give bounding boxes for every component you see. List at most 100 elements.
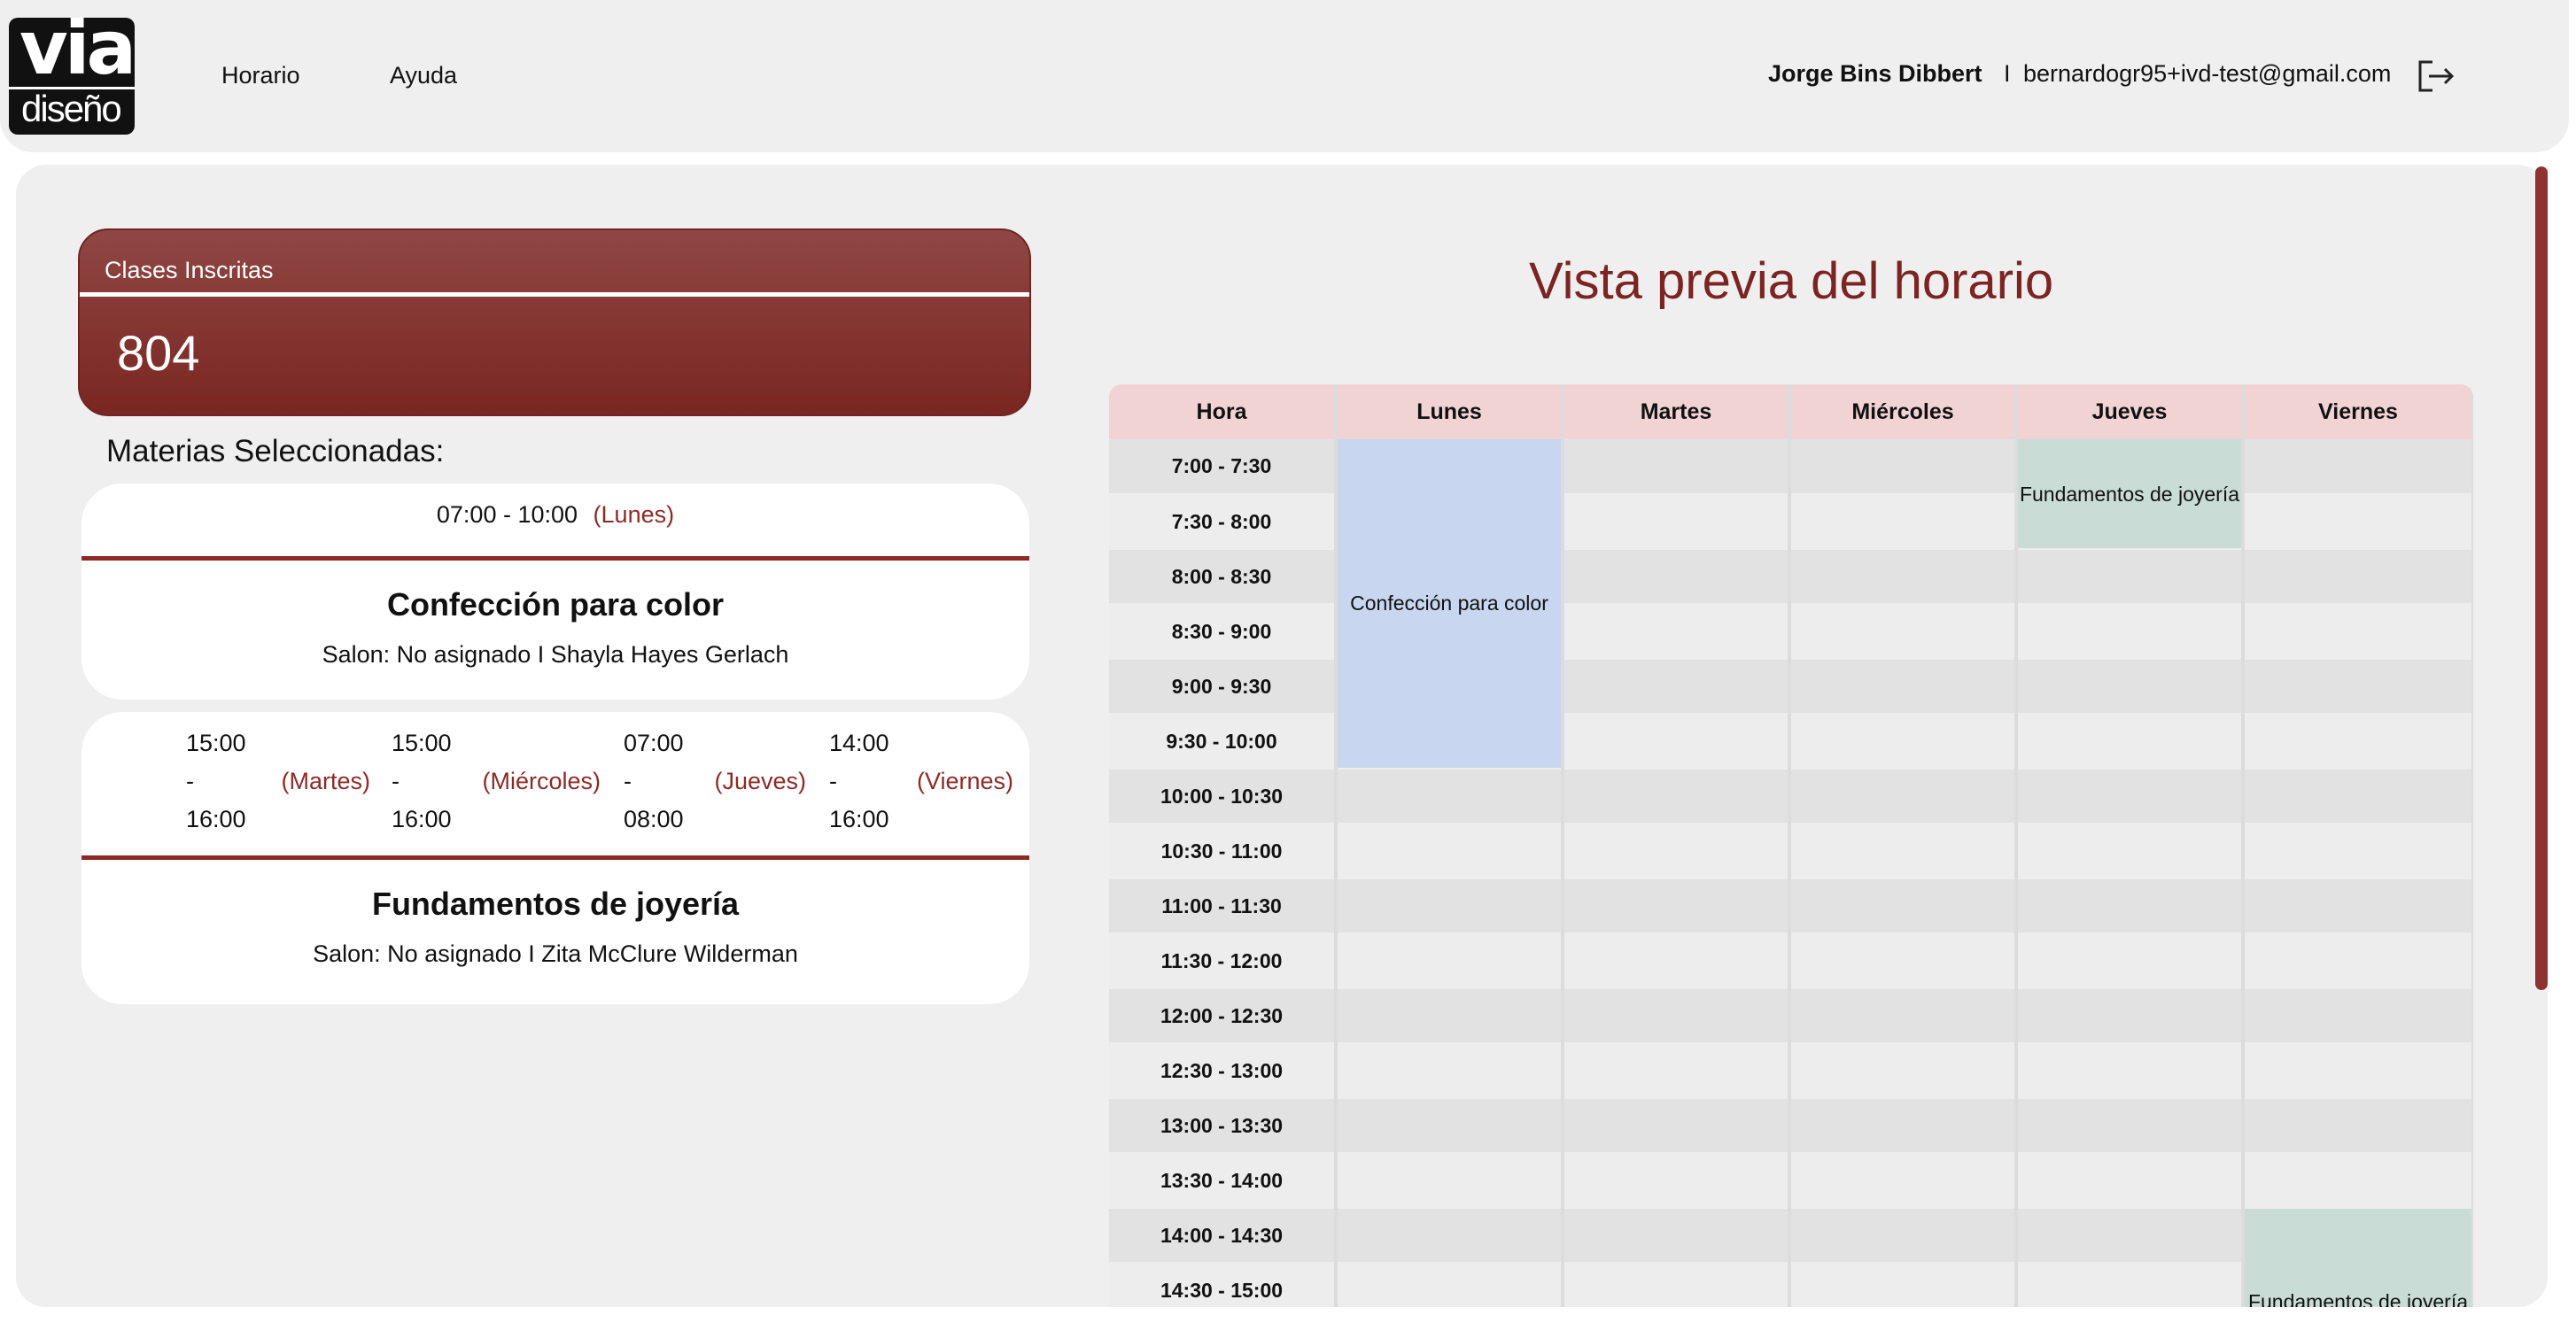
schedule-cell[interactable] [2243,878,2473,934]
schedule-row: 10:00 - 10:30 [1109,769,2473,824]
schedule-cell[interactable] [1789,714,2018,770]
schedule-cell[interactable] [2016,933,2245,989]
schedule-cell[interactable] [2243,714,2473,770]
schedule-cell[interactable] [1336,1208,1564,1264]
schedule-cell[interactable] [1336,1043,1564,1099]
schedule-table-wrapper[interactable]: Hora Lunes Martes Miércoles Jueves Viern… [1109,384,2473,1307]
schedule-cell[interactable] [1336,878,1564,934]
schedule-cell[interactable] [1336,1263,1564,1307]
user-email: bernardogr95+ivd-test@gmail.com [2023,60,2392,87]
top-header: via diseño Horario Ayuda Jorge Bins Dibb… [0,0,2569,152]
schedule-event[interactable]: Fundamentos de joyería [2243,1208,2473,1307]
schedule-cell[interactable] [2016,714,2245,770]
schedule-cell[interactable] [2243,824,2473,879]
hour-cell: 11:00 - 11:30 [1109,878,1338,934]
schedule-cell[interactable] [1563,659,1791,715]
schedule-cell[interactable] [1789,769,2018,824]
schedule-cell[interactable] [1563,769,1791,824]
schedule-cell[interactable] [1563,494,1791,550]
schedule-cell[interactable] [2243,604,2473,660]
schedule-cell[interactable] [2243,988,2473,1044]
schedule-cell[interactable] [1563,604,1791,660]
schedule-event[interactable]: Fundamentos de joyería [2016,439,2245,550]
schedule-cell[interactable] [1563,1263,1791,1307]
subject-schedule: 07:00 - 10:00 (Lunes) [81,501,1029,529]
schedule-cell[interactable] [1336,824,1564,879]
schedule-day: (Jueves) [714,768,806,794]
hour-cell: 7:00 - 7:30 [1109,439,1338,495]
schedule-cell[interactable] [1789,1098,2018,1154]
schedule-slot: 07:00 - 08:00 (Jueves) [624,724,806,839]
schedule-cell[interactable] [1789,878,2018,934]
schedule-cell[interactable] [2243,549,2473,605]
schedule-cell[interactable] [1789,1043,2018,1099]
schedule-cell[interactable] [1789,604,2018,660]
schedule-cell[interactable] [2016,1098,2245,1154]
schedule-cell[interactable] [2016,769,2245,824]
logout-icon[interactable] [2417,58,2456,94]
schedule-cell[interactable] [2243,1043,2473,1099]
schedule-cell[interactable] [1789,439,2018,495]
schedule-row: 14:00 - 14:30 Fundamentos de joyería [1109,1208,2473,1307]
schedule-cell[interactable] [2243,494,2473,550]
subject-divider [81,855,1029,860]
schedule-cell[interactable] [2016,1043,2245,1099]
schedule-event[interactable]: Confección para color [1336,439,1564,770]
schedule-cell[interactable] [1563,1043,1791,1099]
schedule-time: 07:00 - 08:00 [624,730,684,832]
schedule-cell[interactable] [2243,1098,2473,1154]
schedule-cell[interactable] [1563,714,1791,770]
schedule-cell[interactable] [1336,769,1564,824]
subject-card[interactable]: 07:00 - 10:00 (Lunes) Confección para co… [81,484,1029,700]
subject-card[interactable]: 15:00 - 16:00 (Martes) 15:00 - 16:00 (Mi… [81,712,1029,1004]
via-diseno-logo[interactable]: via diseño [9,18,135,135]
enrolled-classes-card: Clases Inscritas 804 [78,228,1031,416]
schedule-cell[interactable] [1789,549,2018,605]
schedule-row: 8:30 - 9:00 [1109,604,2473,660]
schedule-cell[interactable] [1789,659,2018,715]
schedule-cell[interactable] [1336,1098,1564,1154]
schedule-cell[interactable] [1789,988,2018,1044]
schedule-cell[interactable] [1789,494,2018,550]
schedule-cell[interactable] [2016,824,2245,879]
enrolled-classes-label: Clases Inscritas [105,257,274,283]
schedule-cell[interactable] [1563,439,1791,495]
schedule-cell[interactable] [1789,1153,2018,1209]
schedule-cell[interactable] [1563,1153,1791,1209]
schedule-cell[interactable] [1336,933,1564,989]
schedule-cell[interactable] [1563,549,1791,605]
schedule-cell[interactable] [1563,878,1791,934]
hour-cell: 9:30 - 10:00 [1109,714,1338,770]
schedule-cell[interactable] [1789,933,2018,989]
schedule-cell[interactable] [2016,604,2245,660]
schedule-cell[interactable] [1563,933,1791,989]
schedule-table: Hora Lunes Martes Miércoles Jueves Viern… [1109,384,2473,1307]
schedule-cell[interactable] [2243,439,2473,495]
schedule-cell[interactable] [1563,824,1791,879]
schedule-cell[interactable] [1336,1153,1564,1209]
schedule-cell[interactable] [1789,824,2018,879]
enrolled-classes-value: 804 [117,325,200,381]
schedule-cell[interactable] [2243,933,2473,989]
schedule-cell[interactable] [2243,1153,2473,1209]
nav-ayuda[interactable]: Ayuda [390,62,457,89]
schedule-cell[interactable] [2016,878,2245,934]
nav-horario[interactable]: Horario [221,62,300,89]
schedule-cell[interactable] [1789,1208,2018,1264]
schedule-cell[interactable] [2016,988,2245,1044]
vertical-scrollbar[interactable] [2535,166,2548,990]
schedule-cell[interactable] [2016,659,2245,715]
schedule-cell[interactable] [2243,659,2473,715]
schedule-header-row: Hora Lunes Martes Miércoles Jueves Viern… [1109,384,2473,439]
schedule-cell[interactable] [1563,1208,1791,1264]
hour-cell: 9:00 - 9:30 [1109,659,1338,715]
schedule-cell[interactable] [2016,1153,2245,1209]
schedule-cell[interactable] [1789,1263,2018,1307]
schedule-cell[interactable] [1563,988,1791,1044]
schedule-cell[interactable] [1563,1098,1791,1154]
schedule-cell[interactable] [2243,769,2473,824]
schedule-cell[interactable] [2016,549,2245,605]
schedule-cell[interactable] [2016,1208,2245,1264]
schedule-cell[interactable] [1336,988,1564,1044]
schedule-cell[interactable] [2016,1263,2245,1307]
